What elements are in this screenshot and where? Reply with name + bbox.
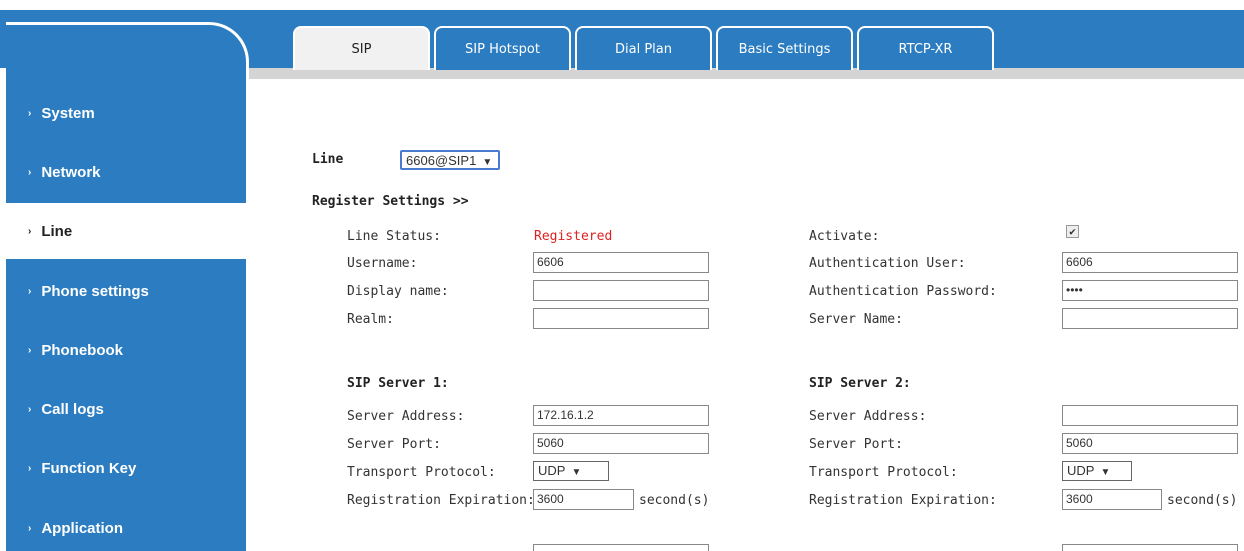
chevron-right-icon: › [28,462,32,474]
sidebar: › System › Network › Line › Phone settings ›… [6,22,252,551]
server-name-input[interactable] [1062,308,1238,329]
server1-port-label: Server Port: [347,437,441,452]
chevron-down-icon: ▼ [482,157,493,168]
tab-basic-settings[interactable]: Basic Settings [716,26,853,70]
server2-next-input[interactable] [1062,544,1238,551]
sidebar-item-phone-settings[interactable]: › Phone settings [6,263,246,319]
sidebar-item-phonebook[interactable]: › Phonebook [6,322,246,378]
realm-label: Realm: [347,312,394,327]
tab-sip-hotspot[interactable]: SIP Hotspot [434,26,571,70]
sidebar-item-label: Application [41,519,124,537]
display-name-label: Display name: [347,284,449,299]
server2-port-input[interactable]: 5060 [1062,433,1238,454]
auth-password-label: Authentication Password: [809,284,997,299]
sidebar-item-label: System [41,104,95,122]
sidebar-item-label: Phonebook [41,341,124,359]
line-status-label: Line Status: [347,229,441,244]
chevron-right-icon: › [28,225,32,237]
auth-user-label: Authentication User: [809,256,966,271]
sidebar-item-label: Phone settings [41,282,149,300]
line-select[interactable]: 6606@SIP1 ▼ [400,150,500,170]
server2-port-label: Server Port: [809,437,903,452]
auth-password-input[interactable]: •••• [1062,280,1238,301]
server1-next-input[interactable] [533,544,709,551]
server-name-label: Server Name: [809,312,903,327]
username-input[interactable]: 6606 [533,252,709,273]
sidebar-item-label: Function Key [41,459,137,477]
line-label: Line [312,152,344,167]
chevron-down-icon: ▼ [571,467,582,478]
server1-expiration-label: Registration Expiration: [347,493,535,508]
tab-sip[interactable]: SIP [293,26,430,70]
display-name-input[interactable] [533,280,709,301]
sidebar-item-network[interactable]: › Network [6,144,246,200]
tab-rtcp-xr[interactable]: RTCP-XR [857,26,994,70]
chevron-right-icon: › [28,344,32,356]
line-status-value: Registered [534,229,613,244]
server2-address-input[interactable] [1062,405,1238,426]
sidebar-item-label: Call logs [41,400,104,418]
chevron-right-icon: › [28,403,32,415]
sidebar-item-function-key[interactable]: › Function Key [6,440,246,496]
top-margin [0,0,1244,10]
server2-expiration-unit: second(s) [1167,493,1238,508]
server2-expiration-label: Registration Expiration: [809,493,997,508]
sip-server-2-heading: SIP Server 2: [809,376,911,391]
server1-transport-label: Transport Protocol: [347,465,496,480]
realm-input[interactable] [533,308,709,329]
sidebar-item-label: Network [41,163,101,181]
sidebar-item-application[interactable]: › Application [6,500,246,551]
chevron-down-icon: ▼ [1100,467,1111,478]
server1-transport-value: UDP [538,463,566,478]
chevron-right-icon: › [28,522,32,534]
server1-port-input[interactable]: 5060 [533,433,709,454]
sidebar-item-system[interactable]: › System [6,85,246,141]
server2-transport-select[interactable]: UDP ▼ [1062,461,1132,481]
line-select-value: 6606@SIP1 [406,153,477,168]
server2-transport-value: UDP [1067,463,1095,478]
server2-expiration-input[interactable]: 3600 [1062,489,1162,510]
activate-label: Activate: [809,229,880,244]
sip-server-1-heading: SIP Server 1: [347,376,449,391]
server1-transport-select[interactable]: UDP ▼ [533,461,609,481]
activate-checkbox[interactable]: ✔ [1066,225,1079,238]
server2-address-label: Server Address: [809,409,927,424]
server1-expiration-unit: second(s) [639,493,710,508]
server2-transport-label: Transport Protocol: [809,465,958,480]
username-label: Username: [347,256,418,271]
server1-address-input[interactable]: 172.16.1.2 [533,405,709,426]
auth-user-input[interactable]: 6606 [1062,252,1238,273]
chevron-right-icon: › [28,166,32,178]
chevron-right-icon: › [28,107,32,119]
chevron-right-icon: › [28,285,32,297]
sidebar-item-line[interactable]: › Line [6,203,252,259]
sidebar-item-call-logs[interactable]: › Call logs [6,381,246,437]
tab-dial-plan[interactable]: Dial Plan [575,26,712,70]
register-settings-heading[interactable]: Register Settings >> [312,194,469,209]
server1-address-label: Server Address: [347,409,465,424]
sidebar-item-label: Line [41,222,73,240]
server1-expiration-input[interactable]: 3600 [533,489,634,510]
